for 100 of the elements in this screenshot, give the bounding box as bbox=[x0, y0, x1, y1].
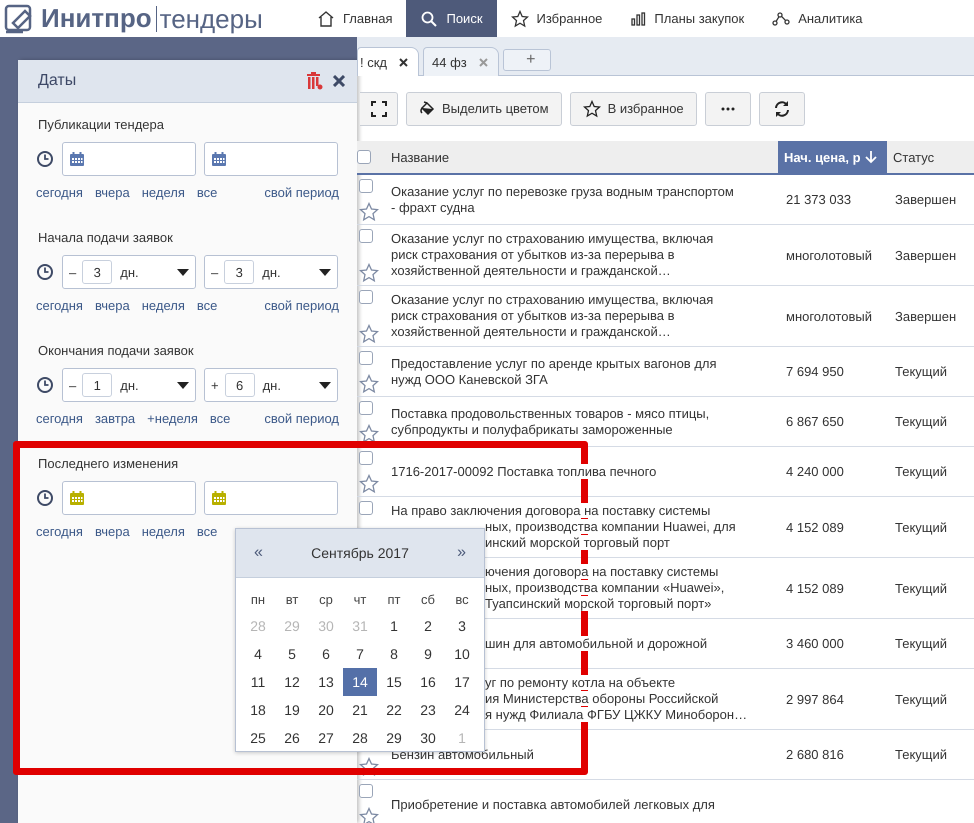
period-link[interactable]: все bbox=[196, 524, 218, 539]
period-link[interactable]: неделя bbox=[142, 185, 185, 200]
period-link[interactable]: неделя bbox=[142, 524, 185, 539]
date-field[interactable] bbox=[204, 142, 338, 176]
row-checkbox[interactable] bbox=[359, 784, 373, 798]
tender-title[interactable]: Приобретение и поставка автомобилей легковых для bbox=[391, 796, 715, 812]
nav-item[interactable]: Планы закупок bbox=[616, 0, 758, 37]
nav-item[interactable]: Избранное bbox=[496, 0, 616, 37]
row-checkbox[interactable] bbox=[359, 290, 373, 304]
refresh-button[interactable] bbox=[758, 92, 805, 126]
tender-title[interactable]: риск страхования от убытков из-за перерыва в bbox=[391, 247, 675, 262]
period-link[interactable]: сегодня bbox=[36, 524, 83, 539]
tender-title[interactable]: ючения договора на поставку системы bbox=[485, 564, 718, 579]
calendar-day[interactable]: 5 bbox=[275, 640, 309, 668]
tender-title[interactable]: инский морской торговый порт bbox=[485, 535, 670, 550]
tender-title[interactable]: - фрахт судна bbox=[391, 200, 475, 214]
fullscreen-button[interactable] bbox=[360, 92, 398, 126]
calendar-day[interactable]: 17 bbox=[445, 668, 479, 696]
calendar-day[interactable]: 19 bbox=[275, 696, 309, 724]
date-field[interactable] bbox=[204, 481, 338, 515]
calendar-day[interactable]: 21 bbox=[343, 696, 377, 724]
calendar-day[interactable]: 25 bbox=[241, 724, 275, 752]
tender-title[interactable]: нужд ООО Каневской ЗГА bbox=[391, 372, 548, 386]
next-month-button[interactable]: » bbox=[457, 544, 466, 562]
amount-field[interactable]: 6 bbox=[224, 373, 255, 397]
add-tab-button[interactable]: + bbox=[502, 49, 551, 71]
period-link[interactable]: неделя bbox=[142, 298, 185, 313]
tender-title[interactable]: Оказание услуг по страхованию имущества, включая bbox=[391, 231, 714, 246]
calendar-day[interactable]: 8 bbox=[377, 640, 411, 668]
calendar-day[interactable]: 10 bbox=[445, 640, 479, 668]
row-checkbox[interactable] bbox=[359, 451, 373, 465]
calendar-day[interactable]: 12 bbox=[275, 668, 309, 696]
search-tab[interactable]: ! скд bbox=[357, 47, 419, 76]
period-field[interactable]: – 1 дн. bbox=[62, 368, 196, 402]
calendar-day[interactable]: 18 bbox=[241, 696, 275, 724]
period-link[interactable]: завтра bbox=[94, 411, 136, 426]
nav-item[interactable]: Аналитика bbox=[758, 0, 877, 37]
amount-field[interactable]: 1 bbox=[82, 373, 112, 397]
select-all-checkbox[interactable] bbox=[357, 150, 371, 164]
tender-title[interactable]: ных, производства компании Huawei, для bbox=[485, 519, 736, 534]
calendar-day[interactable]: 27 bbox=[309, 724, 343, 752]
period-link[interactable]: сегодня bbox=[36, 185, 83, 200]
calendar-day[interactable]: 1 bbox=[377, 612, 411, 640]
tender-title[interactable]: ия Министерства обороны Российской bbox=[485, 691, 718, 706]
tender-title[interactable]: ных, производства компании «Huawei», bbox=[485, 580, 724, 595]
highlight-color-button[interactable]: Выделить цветом bbox=[406, 92, 562, 126]
period-link[interactable]: сегодня bbox=[36, 411, 83, 426]
period-link[interactable]: все bbox=[196, 185, 218, 200]
calendar-day[interactable]: 23 bbox=[411, 696, 445, 724]
tender-title[interactable]: Туапсинский морской торговый порт» bbox=[485, 596, 712, 611]
tender-title[interactable]: 1716-2017-00092 Поставка топлива печного bbox=[391, 464, 656, 478]
column-header[interactable]: Название bbox=[385, 141, 778, 175]
period-link[interactable]: свой период bbox=[264, 298, 339, 313]
more-button[interactable] bbox=[704, 92, 751, 126]
calendar-day[interactable]: 2 bbox=[411, 612, 445, 640]
calendar-day[interactable]: 15 bbox=[377, 668, 411, 696]
calendar-day[interactable]: 13 bbox=[309, 668, 343, 696]
period-link[interactable]: сегодня bbox=[36, 298, 83, 313]
period-link[interactable]: вчера bbox=[94, 185, 130, 200]
period-field[interactable]: + 6 дн. bbox=[204, 368, 338, 402]
previous-month-button[interactable]: « bbox=[254, 544, 263, 562]
tender-title[interactable]: На право заключения договора на поставку системы bbox=[391, 503, 710, 518]
tender-title[interactable]: Оказание услуг по перевозке груза водным транспортом bbox=[391, 184, 734, 198]
tender-title[interactable]: шин для автомобильной и дорожной bbox=[485, 636, 708, 650]
column-header[interactable]: Статус bbox=[887, 141, 974, 175]
tender-title[interactable]: Оказание услуг по страхованию имущества, включая bbox=[391, 292, 714, 307]
calendar-day[interactable]: 14 bbox=[343, 668, 377, 696]
calendar-day[interactable]: 16 bbox=[411, 668, 445, 696]
tender-title[interactable]: субпродукты и полуфабрикаты замороженные bbox=[391, 422, 673, 436]
calendar-day[interactable]: 7 bbox=[343, 640, 377, 668]
amount-field[interactable]: 3 bbox=[224, 260, 254, 284]
date-field[interactable] bbox=[62, 481, 196, 515]
amount-field[interactable]: 3 bbox=[82, 260, 112, 284]
calendar-day[interactable]: 11 bbox=[241, 668, 275, 696]
calendar-day[interactable]: 4 bbox=[241, 640, 275, 668]
row-checkbox[interactable] bbox=[359, 351, 373, 365]
calendar-day[interactable]: 26 bbox=[275, 724, 309, 752]
column-header[interactable]: Нач. цена, р bbox=[778, 141, 887, 175]
period-link[interactable]: все bbox=[196, 298, 218, 313]
period-link[interactable]: +неделя bbox=[147, 411, 198, 426]
tender-title[interactable]: хозяйственной деятельности и гражданской… bbox=[391, 263, 671, 278]
calendar-day[interactable]: 28 bbox=[343, 724, 377, 752]
row-checkbox[interactable] bbox=[359, 179, 373, 193]
period-link[interactable]: свой период bbox=[264, 185, 339, 200]
calendar-day[interactable]: 3 bbox=[445, 612, 479, 640]
period-link[interactable]: свой период bbox=[264, 411, 339, 426]
calendar-day[interactable]: 22 bbox=[377, 696, 411, 724]
calendar-day[interactable]: 20 bbox=[309, 696, 343, 724]
search-tab[interactable]: 44 фз bbox=[423, 47, 499, 76]
row-checkbox[interactable] bbox=[359, 501, 373, 515]
calendar-day[interactable]: 6 bbox=[309, 640, 343, 668]
calendar-day[interactable]: 24 bbox=[445, 696, 479, 724]
row-checkbox[interactable] bbox=[359, 401, 373, 415]
period-link[interactable]: вчера bbox=[94, 298, 130, 313]
tender-title[interactable]: я нужд Филиала ФГБУ ЦЖКУ Миноборон… bbox=[485, 707, 748, 722]
nav-item[interactable]: Поиск bbox=[406, 0, 497, 37]
tender-title[interactable]: риск страхования от убытков из-за перерыва в bbox=[391, 308, 675, 323]
period-field[interactable]: – 3 дн. bbox=[62, 255, 196, 289]
period-field[interactable]: – 3 дн. bbox=[204, 255, 338, 289]
period-link[interactable]: вчера bbox=[94, 524, 130, 539]
